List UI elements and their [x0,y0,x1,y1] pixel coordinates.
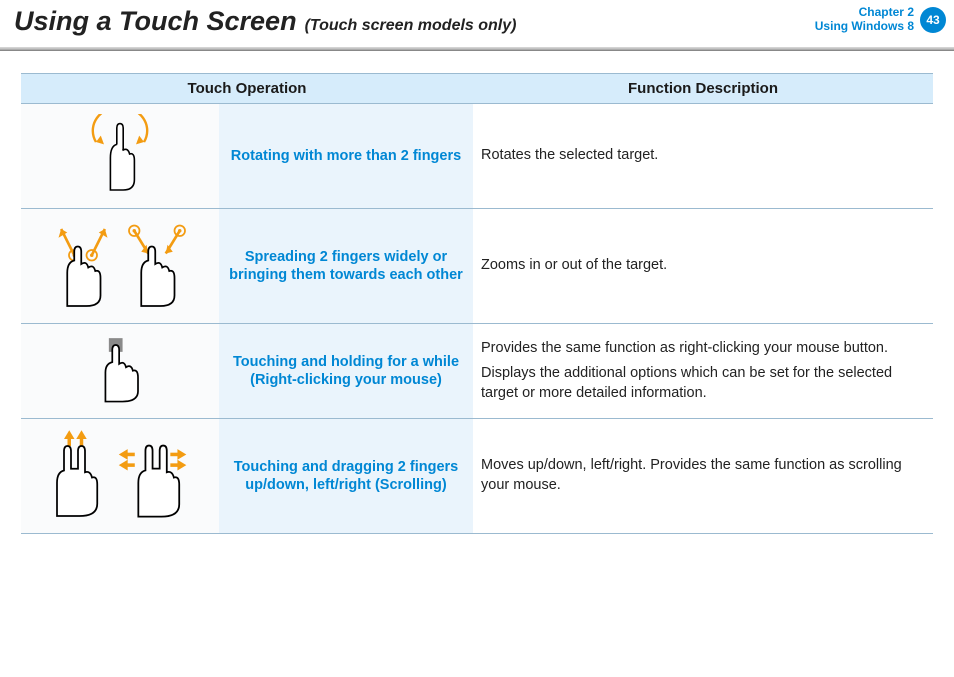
page-header: Using a Touch Screen (Touch screen model… [0,0,954,37]
pinch-right-icon [122,219,192,309]
gesture-name: Touching and holding for a while (Right-… [219,324,473,419]
chapter-line1: Chapter 2 [815,6,914,20]
page-title: Using a Touch Screen (Touch screen model… [14,6,516,37]
title-sub: (Touch screen models only) [305,17,517,35]
hold-gesture-icon [90,334,150,404]
th-operation: Touch Operation [21,74,473,104]
table-row: Rotating with more than 2 fingers Rotate… [21,104,933,209]
gesture-desc: Moves up/down, left/right. Provides the … [473,419,933,534]
gesture-name: Rotating with more than 2 fingers [219,104,473,209]
pinch-left-icon [48,219,118,309]
th-description: Function Description [473,74,933,104]
chapter-text: Chapter 2 Using Windows 8 [815,6,914,34]
gesture-cell [21,209,219,324]
gesture-cell [21,104,219,209]
scroll-vertical-icon [43,429,113,519]
scroll-horizontal-icon [117,429,197,519]
header-rule [0,47,954,51]
chapter-line2: Using Windows 8 [815,20,914,34]
manual-page: Using a Touch Screen (Touch screen model… [0,0,954,677]
gesture-cell [21,419,219,534]
table-row: Touching and holding for a while (Right-… [21,324,933,419]
touch-operations-table: Touch Operation Function Description Rot… [21,73,933,534]
rotate-gesture-icon [80,114,160,194]
table-row: Spreading 2 fingers widely or bringing t… [21,209,933,324]
gesture-cell [21,324,219,419]
gesture-desc: Zooms in or out of the target. [473,209,933,324]
gesture-desc: Provides the same function as right-clic… [473,324,933,419]
gesture-name: Touching and dragging 2 fingers up/down,… [219,419,473,534]
gesture-name: Spreading 2 fingers widely or bringing t… [219,209,473,324]
chapter-indicator: Chapter 2 Using Windows 8 43 [815,6,946,34]
page-number-badge: 43 [920,7,946,33]
table-row: Touching and dragging 2 fingers up/down,… [21,419,933,534]
title-main: Using a Touch Screen [14,6,297,37]
gesture-desc: Rotates the selected target. [473,104,933,209]
